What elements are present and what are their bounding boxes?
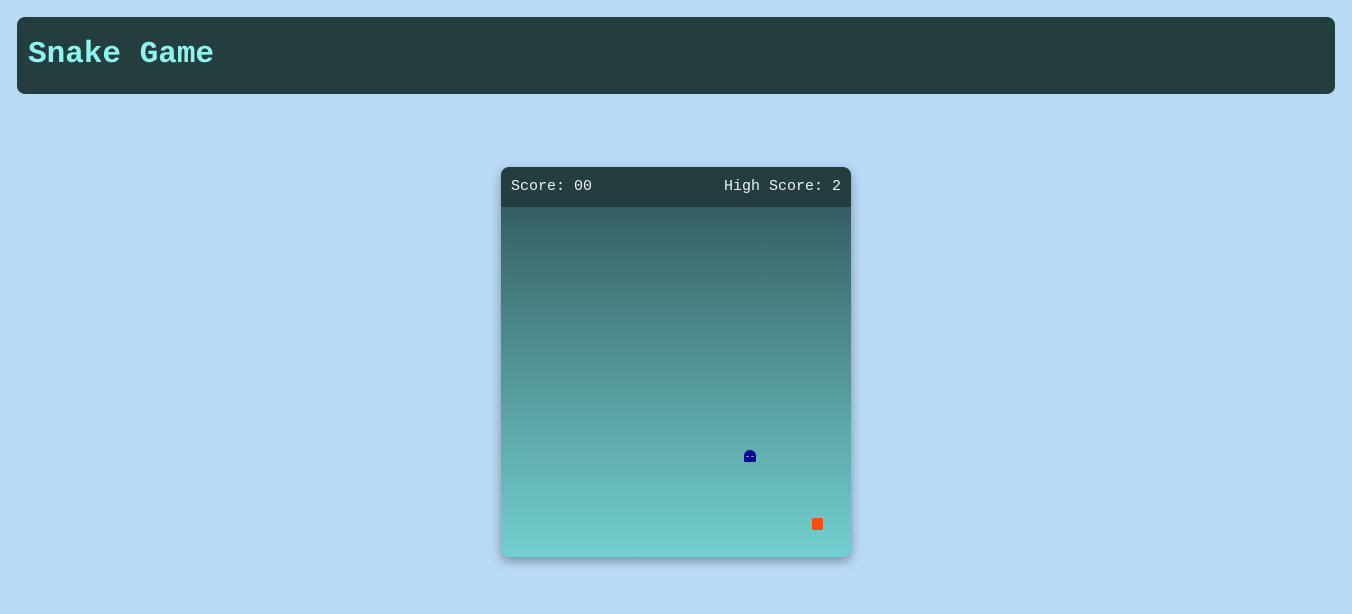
header-bar: Snake Game: [17, 17, 1335, 94]
snake-right-eye: [751, 456, 754, 457]
snake-head: [744, 450, 756, 462]
score-bar: Score: 00 High Score: 2: [501, 167, 851, 207]
score-display: Score: 00: [511, 178, 593, 195]
high-score-display: High Score: 2: [723, 178, 841, 195]
snake-left-eye: [746, 456, 749, 457]
page-title: Snake Game: [28, 37, 215, 72]
game-panel: Score: 00 High Score: 2: [501, 167, 851, 557]
food-item: [812, 518, 823, 530]
game-board[interactable]: [501, 207, 851, 557]
